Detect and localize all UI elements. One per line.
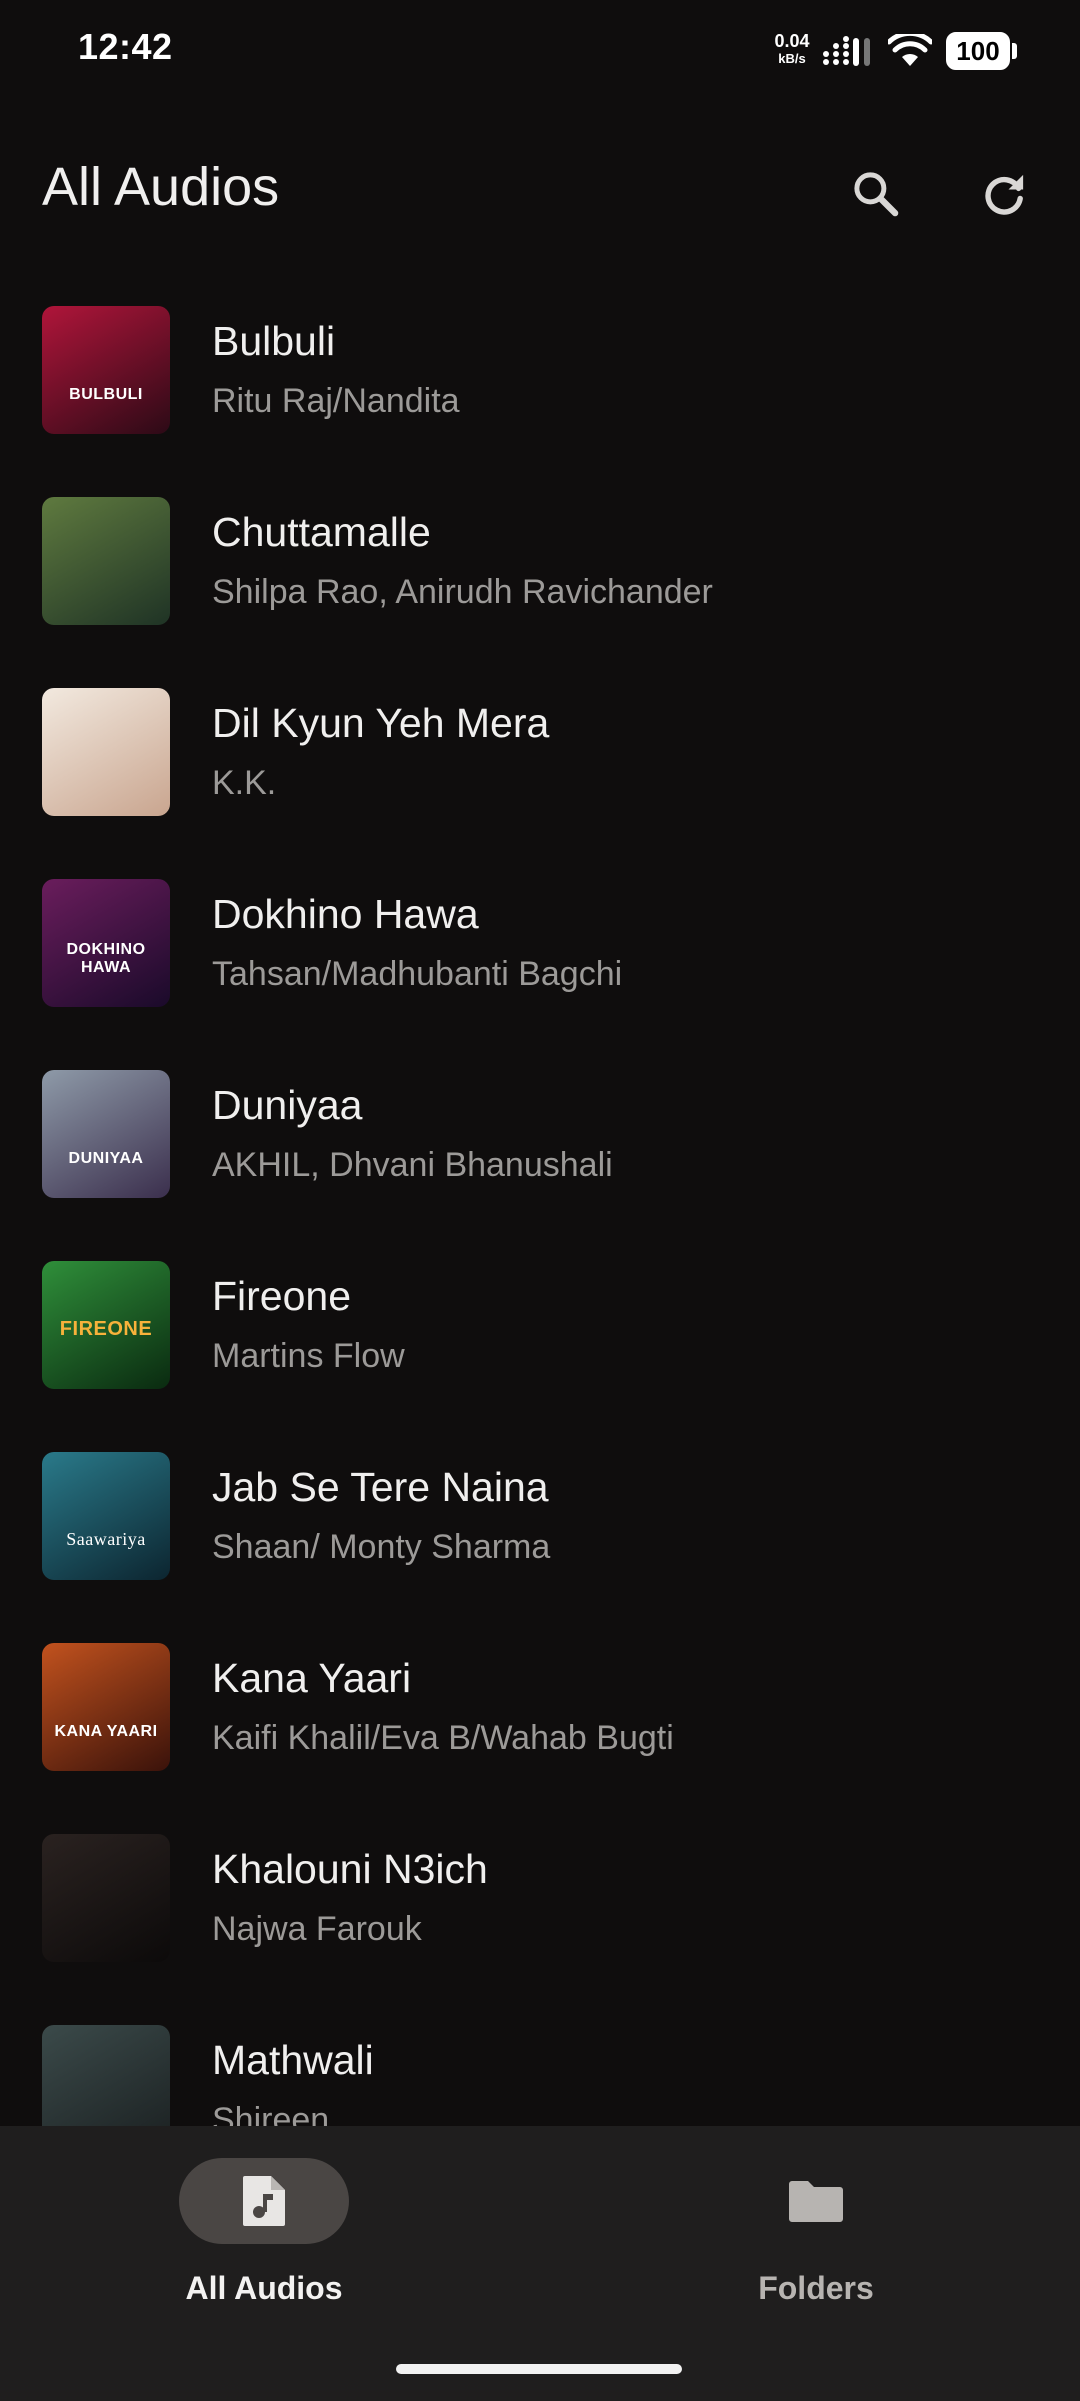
album-art — [42, 497, 170, 625]
search-button[interactable] — [840, 158, 912, 230]
song-artist: Shilpa Rao, Anirudh Ravichander — [212, 573, 713, 611]
song-list: BULBULI Bulbuli Ritu Raj/Nandita Chuttam… — [0, 292, 1080, 2126]
song-title: Kana Yaari — [212, 1655, 412, 1701]
network-speed-value: 0.04 — [774, 31, 810, 51]
album-art-label: Saawariya — [66, 1529, 146, 1549]
song-title: Jab Se Tere Naina — [212, 1464, 549, 1510]
album-art: DUNIYAA — [42, 1070, 170, 1198]
nav-active-indicator — [179, 2158, 349, 2244]
refresh-button[interactable] — [968, 158, 1040, 230]
wifi-icon — [888, 34, 932, 66]
song-artist: Najwa Farouk — [212, 1910, 422, 1948]
album-art-label: DUNIYAA — [68, 1150, 144, 1167]
nav-folders[interactable]: Folders — [666, 2158, 966, 2308]
album-art — [42, 2025, 170, 2126]
song-title: Dil Kyun Yeh Mera — [212, 700, 550, 746]
battery-level: 100 — [956, 36, 1000, 66]
album-art: KANA YAARI — [42, 1643, 170, 1771]
album-art: FIREONE — [42, 1261, 170, 1389]
song-row[interactable]: DOKHINO HAWA Dokhino Hawa Tahsan/Madhuba… — [0, 865, 1080, 1056]
music-file-icon — [243, 2176, 285, 2226]
nav-all-audios[interactable]: All Audios — [114, 2158, 414, 2308]
song-title: Dokhino Hawa — [212, 891, 479, 937]
song-title: Fireone — [212, 1273, 352, 1319]
page-title: All Audios — [42, 157, 280, 217]
song-title: Khalouni N3ich — [212, 1846, 488, 1892]
battery-icon: 100 — [946, 30, 1020, 74]
song-row[interactable]: DUNIYAA Duniyaa AKHIL, Dhvani Bhanushali — [0, 1056, 1080, 1247]
song-artist: K.K. — [212, 764, 277, 802]
album-art: DOKHINO HAWA — [42, 879, 170, 1007]
album-art-label: KANA YAARI — [54, 1723, 158, 1740]
song-artist: Shireen — [212, 2101, 330, 2126]
app-header: All Audios — [0, 140, 1080, 240]
network-speed-unit: kB/s — [778, 51, 806, 66]
album-art — [42, 1834, 170, 1962]
song-artist: Ritu Raj/Nandita — [212, 382, 460, 420]
search-icon — [854, 172, 899, 217]
song-artist: Kaifi Khalil/Eva B/Wahab Bugti — [212, 1719, 674, 1757]
song-title: Mathwali — [212, 2037, 374, 2083]
album-art — [42, 688, 170, 816]
song-row[interactable]: FIREONE Fireone Martins Flow — [0, 1247, 1080, 1438]
song-row[interactable]: Dil Kyun Yeh Mera K.K. — [0, 674, 1080, 865]
nav-folders-label: Folders — [758, 2270, 874, 2306]
song-artist: Tahsan/Madhubanti Bagchi — [212, 955, 623, 993]
song-row[interactable]: Saawariya Jab Se Tere Naina Shaan/ Monty… — [0, 1438, 1080, 1629]
album-art-label: DOKHINO HAWA — [66, 941, 146, 976]
song-row[interactable]: Mathwali Shireen — [0, 2011, 1080, 2126]
refresh-icon — [985, 174, 1024, 215]
song-artist: Martins Flow — [212, 1337, 405, 1375]
song-row[interactable]: Chuttamalle Shilpa Rao, Anirudh Ravichan… — [0, 483, 1080, 674]
album-art: Saawariya — [42, 1452, 170, 1580]
song-artist: Shaan/ Monty Sharma — [212, 1528, 551, 1566]
nav-all-audios-label: All Audios — [185, 2270, 343, 2306]
signal-icon — [823, 36, 870, 66]
song-row[interactable]: KANA YAARI Kana Yaari Kaifi Khalil/Eva B… — [0, 1629, 1080, 1820]
home-indicator[interactable] — [396, 2364, 682, 2374]
song-title: Bulbuli — [212, 318, 336, 364]
status-bar: 12:42 0.04 kB/s 100 — [0, 0, 1080, 100]
song-row[interactable]: Khalouni N3ich Najwa Farouk — [0, 1820, 1080, 2011]
album-art-label: BULBULI — [69, 386, 143, 403]
song-title: Duniyaa — [212, 1082, 363, 1128]
song-artist: AKHIL, Dhvani Bhanushali — [212, 1146, 613, 1184]
network-speed: 0.04 kB/s — [768, 32, 816, 65]
folder-icon — [789, 2181, 843, 2222]
song-row[interactable]: BULBULI Bulbuli Ritu Raj/Nandita — [0, 292, 1080, 483]
bottom-navigation: All Audios Folders — [0, 2126, 1080, 2401]
status-time: 12:42 — [78, 26, 173, 67]
song-title: Chuttamalle — [212, 509, 431, 555]
album-art: BULBULI — [42, 306, 170, 434]
album-art-label: FIREONE — [59, 1318, 153, 1340]
